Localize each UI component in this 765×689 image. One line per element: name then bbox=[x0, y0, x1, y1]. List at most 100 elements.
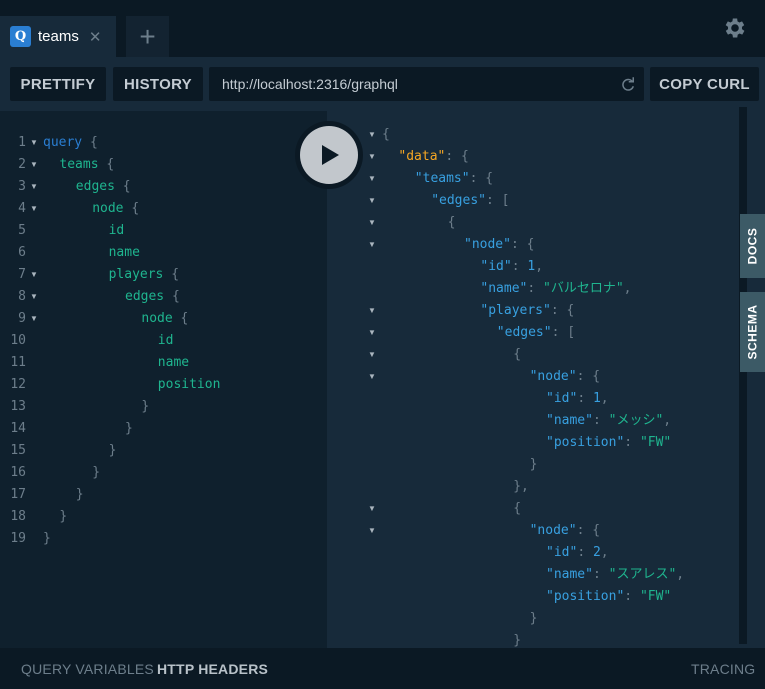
code-token: { bbox=[123, 201, 140, 216]
code-token: query bbox=[43, 135, 83, 150]
fold-arrow-icon[interactable]: ▼ bbox=[368, 190, 376, 212]
run-query-button[interactable] bbox=[295, 121, 363, 189]
fold-arrow-icon[interactable]: ▼ bbox=[30, 286, 38, 308]
code-line: } bbox=[59, 506, 67, 528]
code-token: : { bbox=[576, 369, 601, 384]
code-line: "name": "スアレス", bbox=[546, 564, 684, 586]
code-token: "node" bbox=[529, 523, 577, 538]
code-token: players bbox=[108, 267, 164, 282]
fold-arrow-icon[interactable]: ▼ bbox=[368, 146, 376, 168]
code-line: }, bbox=[513, 476, 529, 498]
line-number: 10 bbox=[10, 333, 26, 348]
close-icon[interactable]: ✕ bbox=[89, 28, 102, 46]
code-token: { bbox=[98, 157, 115, 172]
code-token: 2 bbox=[592, 545, 601, 560]
http-headers-tab[interactable]: HTTP HEADERS bbox=[157, 661, 268, 677]
fold-arrow-icon[interactable]: ▼ bbox=[368, 344, 376, 366]
code-line: edges { bbox=[125, 286, 180, 308]
docs-tab[interactable]: DOCS bbox=[740, 214, 765, 278]
code-token: edges bbox=[125, 289, 165, 304]
code-token: { bbox=[513, 501, 522, 516]
reload-icon[interactable] bbox=[619, 75, 637, 93]
code-token: : bbox=[577, 391, 593, 406]
code-token: } bbox=[92, 465, 101, 480]
code-token: , bbox=[623, 281, 632, 296]
code-token: } bbox=[108, 443, 117, 458]
add-tab-button[interactable]: + bbox=[126, 16, 169, 57]
code-token: : bbox=[577, 545, 593, 560]
code-token: : { bbox=[445, 149, 469, 164]
code-token: "FW" bbox=[639, 589, 672, 604]
tab-teams[interactable]: Q teams ✕ bbox=[0, 16, 116, 57]
code-token: { bbox=[382, 127, 390, 142]
code-line: } bbox=[76, 484, 84, 506]
code-token: "position" bbox=[546, 589, 625, 604]
fold-arrow-icon[interactable]: ▼ bbox=[30, 176, 38, 198]
footer: QUERY VARIABLES HTTP HEADERS TRACING bbox=[0, 648, 765, 689]
fold-arrow-icon[interactable]: ▼ bbox=[30, 198, 38, 220]
fold-arrow-icon[interactable]: ▼ bbox=[368, 212, 376, 234]
code-token: "edges" bbox=[496, 325, 552, 340]
schema-tab[interactable]: SCHEMA bbox=[740, 292, 765, 372]
code-line: } bbox=[530, 454, 538, 476]
result-scrollbar[interactable] bbox=[739, 107, 747, 644]
code-token: position bbox=[157, 377, 221, 392]
toolbar: PRETTIFY HISTORY COPY CURL bbox=[0, 57, 765, 111]
code-line: "node": { bbox=[530, 366, 600, 388]
query-editor[interactable]: 1 ▼ query {2 ▼ teams {3 ▼ edges {4 ▼ node {5 id 6 n… bbox=[0, 111, 327, 648]
fold-arrow-icon[interactable]: ▼ bbox=[368, 300, 376, 322]
prettify-button[interactable]: PRETTIFY bbox=[10, 67, 106, 101]
code-token: 1 bbox=[592, 391, 601, 406]
code-token: : bbox=[624, 435, 640, 450]
code-line: "edges": [ bbox=[431, 190, 509, 212]
code-token: , bbox=[535, 259, 544, 274]
history-button[interactable]: HISTORY bbox=[113, 67, 203, 101]
code-token: : bbox=[527, 281, 544, 296]
code-token: { bbox=[164, 289, 180, 304]
fold-arrow-icon[interactable]: ▼ bbox=[368, 498, 376, 520]
code-token: "FW" bbox=[639, 435, 672, 450]
code-token: } bbox=[59, 509, 68, 524]
play-button-face bbox=[300, 126, 358, 184]
code-line: "position": "FW" bbox=[546, 432, 671, 454]
code-line: "data": { bbox=[398, 146, 468, 168]
line-number: 19 bbox=[10, 531, 26, 546]
fold-arrow-icon[interactable]: ▼ bbox=[368, 234, 376, 256]
code-token: } bbox=[141, 399, 150, 414]
fold-arrow-icon[interactable]: ▼ bbox=[30, 154, 38, 176]
fold-arrow-icon[interactable]: ▼ bbox=[368, 520, 376, 542]
endpoint-url-field bbox=[209, 67, 644, 101]
copy-curl-button[interactable]: COPY CURL bbox=[650, 67, 759, 101]
endpoint-url-input[interactable] bbox=[222, 76, 602, 92]
code-token: "name" bbox=[480, 281, 528, 296]
line-number: 18 bbox=[10, 509, 26, 524]
fold-arrow-icon[interactable]: ▼ bbox=[30, 264, 38, 286]
code-line: "node": { bbox=[464, 234, 534, 256]
fold-arrow-icon[interactable]: ▼ bbox=[368, 366, 376, 388]
code-token: : [ bbox=[551, 325, 576, 340]
line-number: 3 bbox=[18, 179, 26, 194]
code-line: { bbox=[513, 344, 521, 366]
fold-arrow-icon[interactable]: ▼ bbox=[368, 124, 376, 146]
code-line: "id": 1, bbox=[480, 256, 543, 278]
code-line: name bbox=[109, 242, 140, 264]
code-token: : { bbox=[510, 237, 535, 252]
tab-title: teams bbox=[38, 28, 79, 45]
tracing-tab[interactable]: TRACING bbox=[691, 661, 755, 677]
gear-icon[interactable] bbox=[722, 15, 748, 41]
code-token: : bbox=[624, 589, 640, 604]
fold-arrow-icon[interactable]: ▼ bbox=[30, 308, 38, 330]
fold-arrow-icon[interactable]: ▼ bbox=[368, 168, 376, 190]
line-number: 7 bbox=[18, 267, 26, 282]
fold-arrow-icon[interactable]: ▼ bbox=[368, 322, 376, 344]
fold-arrow-icon[interactable]: ▼ bbox=[30, 132, 38, 154]
code-token: }, bbox=[513, 479, 529, 494]
code-token: "name" bbox=[546, 567, 593, 582]
query-variables-tab[interactable]: QUERY VARIABLES bbox=[21, 661, 154, 677]
code-line: { bbox=[448, 212, 456, 234]
code-token: } bbox=[513, 633, 522, 648]
code-line: id bbox=[158, 330, 174, 352]
code-token: } bbox=[75, 487, 84, 502]
code-line: } bbox=[530, 608, 538, 630]
code-line: { bbox=[382, 124, 390, 146]
